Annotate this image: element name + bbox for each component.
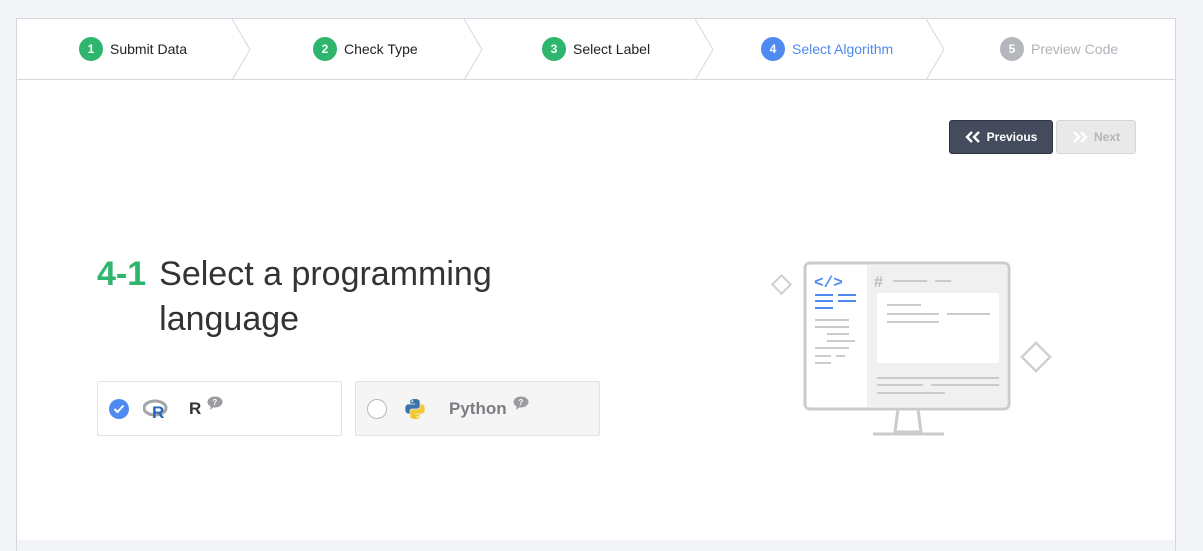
step-separator-icon (695, 19, 714, 80)
option-python[interactable]: Python ? (355, 381, 600, 436)
step-number: 3 (542, 37, 566, 61)
previous-button[interactable]: Previous (949, 120, 1053, 154)
next-button[interactable]: Next (1056, 120, 1136, 154)
step-label: Select Label (573, 41, 651, 57)
svg-text:?: ? (518, 398, 523, 407)
python-logo-icon (405, 398, 425, 419)
step-separator-icon (926, 19, 945, 80)
section-title: Select a programming language (159, 255, 492, 338)
help-bubble-icon[interactable]: ? (513, 396, 529, 410)
step-number: 5 (1000, 37, 1024, 61)
diamond-icon (770, 273, 793, 296)
option-r[interactable]: R R ? (97, 381, 342, 436)
step-separator-icon (232, 19, 251, 80)
section-number: 4-1 (97, 255, 147, 293)
step-label: Select Algorithm (792, 41, 894, 57)
step-check-type[interactable]: 2 Check Type (313, 19, 418, 79)
wizard-panel: 1 Submit Data 2 Check Type 3 Select Labe… (16, 18, 1176, 551)
step-number: 4 (761, 37, 785, 61)
radio-unchecked-icon[interactable] (367, 398, 387, 419)
step-select-label[interactable]: 3 Select Label (542, 19, 650, 79)
svg-text:R: R (152, 403, 164, 420)
computer-illustration: </> # (770, 261, 1052, 436)
option-label: Python (449, 398, 507, 418)
radio-checked-icon[interactable] (109, 398, 129, 419)
option-label: R (189, 398, 202, 418)
previous-label: Previous (986, 130, 1038, 144)
r-logo-icon: R (143, 399, 168, 420)
code-symbol-icon: </> (814, 274, 843, 292)
stepper: 1 Submit Data 2 Check Type 3 Select Labe… (17, 19, 1175, 80)
step-separator-icon (464, 19, 483, 80)
double-chevron-right-icon (1073, 131, 1088, 143)
hash-symbol-icon: # (874, 274, 883, 291)
diamond-icon (1020, 341, 1052, 373)
next-label: Next (1093, 130, 1120, 144)
panel-footer-strip (17, 540, 1175, 551)
step-preview-code: 5 Preview Code (1000, 19, 1118, 79)
step-submit-data[interactable]: 1 Submit Data (79, 19, 187, 79)
section-heading: 4-1 Select a programming language (97, 252, 539, 342)
step-select-algorithm[interactable]: 4 Select Algorithm (761, 19, 893, 79)
help-bubble-icon[interactable]: ? (207, 396, 223, 410)
step-label: Check Type (344, 41, 418, 57)
step-label: Submit Data (110, 41, 188, 57)
step-number: 2 (313, 37, 337, 61)
svg-text:?: ? (213, 398, 218, 407)
step-label: Preview Code (1031, 41, 1119, 57)
double-chevron-left-icon (964, 131, 980, 143)
step-number: 1 (79, 37, 103, 61)
